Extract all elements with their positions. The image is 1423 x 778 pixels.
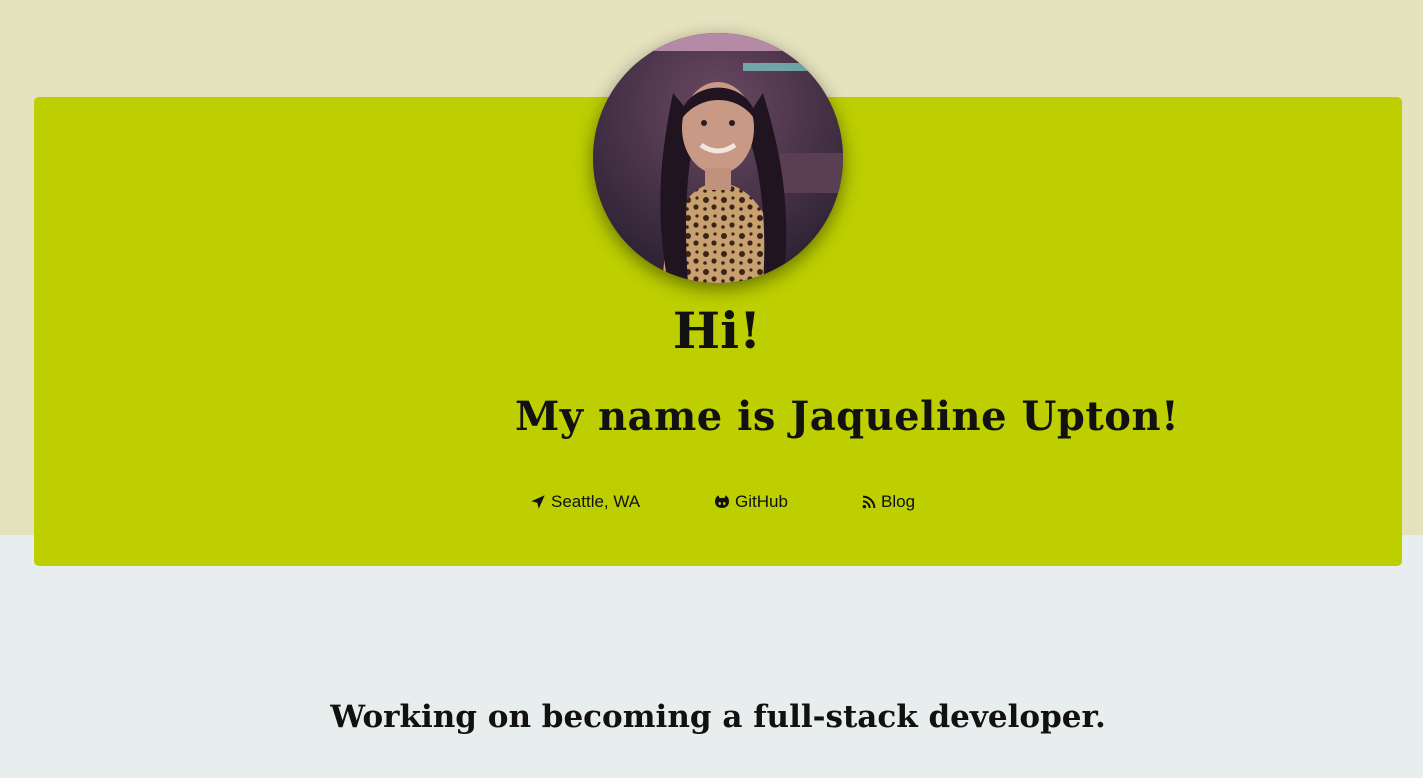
github-link[interactable]: GitHub [713, 490, 788, 514]
location-arrow-icon [531, 495, 545, 509]
avatar-photo [593, 33, 843, 283]
blog-label: Blog [881, 492, 916, 511]
tagline: Working on becoming a full-stack develop… [330, 699, 1106, 735]
location-link[interactable]: Seattle, WA [529, 490, 640, 514]
rss-icon [862, 495, 876, 509]
name-heading: My name is Jaqueline Upton! [515, 393, 1180, 440]
github-icon [715, 495, 729, 508]
avatar [593, 33, 843, 283]
greeting-heading: Hi! [672, 301, 762, 360]
page-background [0, 535, 1423, 778]
location-label: Seattle, WA [551, 492, 641, 511]
github-label: GitHub [735, 492, 788, 511]
blog-link[interactable]: Blog [861, 490, 915, 514]
